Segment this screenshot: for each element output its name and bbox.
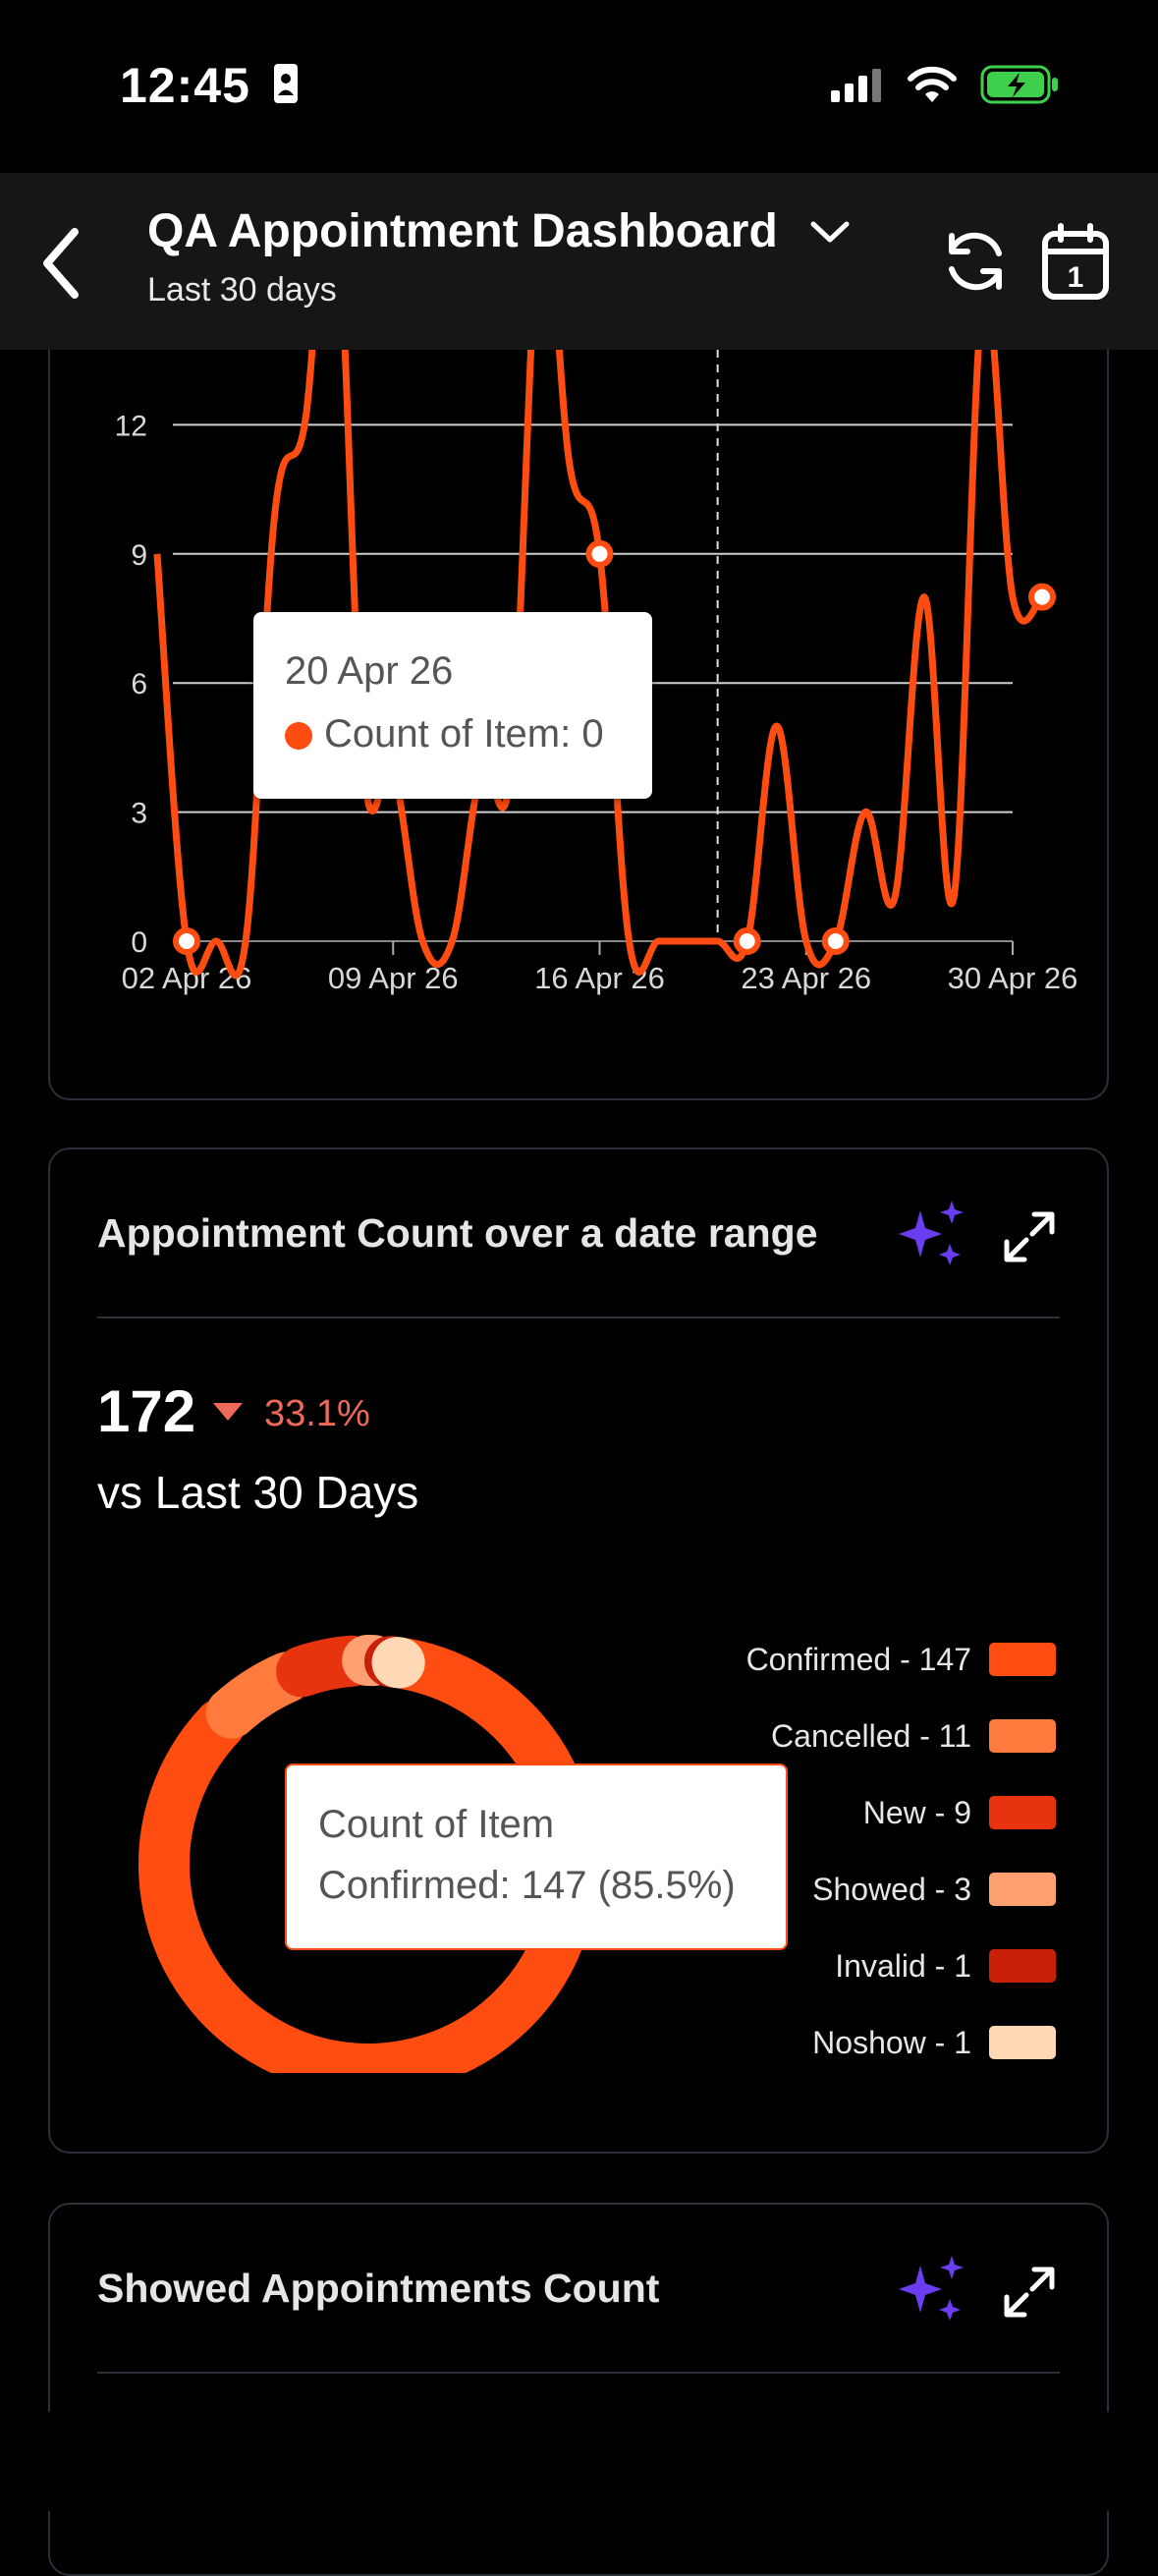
kpi-comparison: vs Last 30 Days [97,1466,418,1519]
expand-icon[interactable] [1003,2266,1056,2319]
card-title: Showed Appointments Count [97,2266,659,2312]
data-point[interactable] [589,543,611,565]
cellular-signal-icon [831,69,882,102]
legend-swatch [989,1796,1056,1829]
wifi-icon [908,65,957,104]
data-point[interactable] [176,930,197,952]
x-tick-label: 23 Apr 26 [741,961,871,995]
donut-tooltip: Count of Item Confirmed: 147 (85.5%) [285,1764,788,1950]
ai-sparkle-icon[interactable] [897,1199,967,1269]
refresh-icon[interactable] [938,224,1013,299]
legend-label: Noshow - 1 [812,2025,971,2061]
y-tick-label: 6 [131,668,147,700]
legend-item[interactable]: Confirmed - 147 [746,1621,1056,1698]
legend-item[interactable]: Noshow - 1 [746,2004,1056,2081]
expand-icon[interactable] [1003,1210,1056,1263]
legend-swatch [989,1949,1056,1983]
tooltip-value: Confirmed: 147 (85.5%) [318,1864,736,1908]
donut-legend: Confirmed - 147 Cancelled - 11 New - 9 Show… [746,1621,1056,2081]
ai-sparkle-icon[interactable] [897,2254,967,2324]
tooltip-title: Count of Item [318,1803,554,1847]
x-tick-label: 30 Apr 26 [948,961,1078,995]
battery-charging-icon [980,65,1061,104]
tooltip-value: Count of Item: 0 [324,712,604,756]
legend-item[interactable]: Showed - 3 [746,1851,1056,1928]
calendar-icon[interactable]: 1 [1041,222,1110,301]
data-point[interactable] [1031,587,1053,608]
dashboard-title[interactable]: QA Appointment Dashboard [147,204,778,258]
tooltip-date: 20 Apr 26 [285,649,453,694]
id-card-icon [273,63,299,104]
appointment-count-card: Appointment Count over a date range 172 … [48,1148,1109,2154]
legend-swatch [989,2026,1056,2059]
kpi-change: 33.1% [264,1393,370,1435]
dashboard-header: QA Appointment Dashboard Last 30 days 1 [0,173,1158,350]
status-time: 12:45 [120,57,250,114]
date-range-label: Last 30 days [147,271,337,309]
back-chevron-icon[interactable] [37,224,84,303]
legend-item[interactable]: New - 9 [746,1774,1056,1851]
y-tick-label: 0 [131,926,147,959]
legend-item[interactable]: Invalid - 1 [746,1928,1056,2004]
legend-label: Invalid - 1 [835,1948,971,1985]
y-tick-label: 12 [115,410,147,442]
legend-label: Cancelled - 11 [771,1718,971,1755]
data-point[interactable] [737,930,758,952]
legend-label: Confirmed - 147 [746,1642,971,1678]
card-title: Appointment Count over a date range [97,1210,818,1257]
legend-item[interactable]: Cancelled - 11 [746,1698,1056,1774]
legend-label: Showed - 3 [812,1872,971,1908]
y-tick-label: 3 [131,798,147,830]
legend-swatch [989,1873,1056,1906]
series-color-dot [285,722,312,750]
legend-label: New - 9 [863,1795,971,1831]
donut-slice-cancelled[interactable] [232,1677,287,1712]
trend-down-icon [213,1403,243,1423]
chevron-down-icon[interactable] [807,212,853,252]
line-chart-tooltip: 20 Apr 26 Count of Item: 0 [253,612,652,799]
y-tick-label: 9 [131,539,147,572]
showed-appointments-card: Showed Appointments Count [48,2203,1109,2576]
legend-swatch [989,1643,1056,1676]
data-point[interactable] [825,930,847,952]
legend-swatch [989,1719,1056,1753]
divider [97,1316,1060,1318]
svg-text:1: 1 [1068,261,1084,294]
divider [97,2372,1060,2374]
bottom-safe-area [0,2412,1158,2511]
status-bar: 12:45 [0,0,1158,173]
kpi-value: 172 [97,1377,195,1445]
